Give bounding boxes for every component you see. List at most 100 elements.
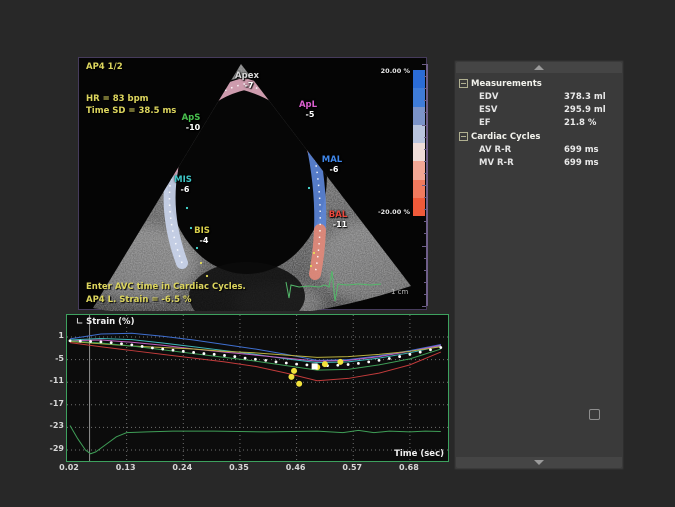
application-window: AP4 1/2 HR = 83 bpm Time SD = 38.5 ms En… [0, 0, 675, 507]
colorbar-max-label: 20.00 % [364, 67, 410, 75]
colorbar-segment-0 [413, 70, 425, 88]
peak-strain-marker [291, 368, 297, 374]
panel-marker-icon [589, 409, 600, 420]
measurement-label: AV R-R [479, 145, 511, 155]
ruler-tick [424, 161, 426, 162]
hr-readout: HR = 83 bpm [86, 94, 149, 104]
y-tick-label: -17 [36, 399, 64, 408]
segment-value-bal: -11 [333, 220, 347, 229]
measurement-label: EF [479, 118, 491, 128]
measurement-value: 378.3 ml [564, 92, 606, 102]
segment-label-apl: ApL [299, 100, 317, 110]
time-sd-readout: Time SD = 38.5 ms [86, 106, 176, 116]
peak-strain-marker [288, 374, 294, 380]
ruler-tick [422, 246, 426, 247]
section-title: Measurements [471, 79, 542, 89]
segment-value-aps: -10 [186, 123, 200, 132]
ruler-tick [422, 125, 426, 126]
x-tick-label: 0.24 [172, 463, 192, 472]
measurement-value: 699 ms [564, 158, 599, 168]
section-header-1: Cardiac Cycles [459, 131, 540, 142]
ruler-tick [424, 233, 426, 234]
x-axis-label: Time (sec) [394, 449, 444, 459]
segment-label-mis: MIS [174, 175, 192, 185]
y-tick-label: 1 [36, 331, 64, 340]
ruler-tick [424, 258, 426, 259]
ruler-tick [424, 209, 426, 210]
peak-strain-marker [337, 359, 343, 365]
ruler-tick [424, 100, 426, 101]
measurement-value: 295.9 ml [564, 105, 606, 115]
section-header-0: Measurements [459, 78, 542, 89]
segment-value-bis: -4 [200, 236, 209, 245]
depth-ruler [426, 64, 428, 306]
ruler-tick [424, 137, 426, 138]
ruler-tick [424, 294, 426, 295]
scroll-up-strip[interactable] [456, 62, 622, 73]
colorbar-segment-5 [413, 161, 425, 179]
ultrasound-panel: AP4 1/2 HR = 83 bpm Time SD = 38.5 ms En… [78, 57, 427, 310]
x-tick-label: 0.57 [342, 463, 362, 472]
current-frame-marker [312, 363, 318, 369]
y-tick-label: -29 [36, 444, 64, 453]
segment-value-apl: -5 [306, 110, 315, 119]
ruler-tick [424, 282, 426, 283]
y-tick-label: -23 [36, 421, 64, 430]
colorbar-segment-4 [413, 143, 425, 161]
avc-message: Enter AVC time in Cardiac Cycles. [86, 282, 246, 292]
ruler-tick [422, 306, 426, 307]
ruler-tick [424, 149, 426, 150]
ruler-tick [422, 185, 426, 186]
scroll-down-icon[interactable] [534, 460, 544, 465]
scroll-down-strip[interactable] [456, 457, 622, 468]
ruler-tick [422, 64, 426, 65]
segment-label-bal: BAL [329, 210, 347, 220]
segment-value-mis: -6 [181, 185, 190, 194]
ruler-tick [424, 112, 426, 113]
x-tick-label: 0.35 [229, 463, 249, 472]
peak-strain-marker [296, 381, 302, 387]
y-tick-label: -11 [36, 376, 64, 385]
measurements-panel: Measurements EDV 378.3 ml ESV 295.9 ml EF 21.8… [454, 60, 624, 470]
scroll-up-icon[interactable] [534, 65, 544, 70]
strain-result: AP4 L. Strain = -6.5 % [86, 295, 191, 305]
colorbar-segment-6 [413, 180, 425, 198]
segment-label-mal: MAL [322, 155, 342, 165]
section-title: Cardiac Cycles [471, 132, 540, 142]
strain-curve-bal [70, 343, 441, 381]
measurement-label: EDV [479, 92, 498, 102]
collapse-icon[interactable] [459, 79, 468, 88]
x-tick-label: 0.02 [59, 463, 79, 472]
chart-title: ∟Strain (%) [76, 317, 134, 327]
ruler-tick [424, 270, 426, 271]
x-tick-label: 0.13 [116, 463, 136, 472]
measurement-label: MV R-R [479, 158, 514, 168]
collapse-icon[interactable] [459, 132, 468, 141]
axis-corner-icon: ∟ [76, 317, 83, 327]
measurement-label: ESV [479, 105, 498, 115]
peak-strain-marker [322, 361, 328, 367]
ruler-tick [424, 76, 426, 77]
x-tick-label: 0.68 [399, 463, 419, 472]
ruler-tick [424, 173, 426, 174]
strain-chart-panel: ∟Strain (%) Time (sec) [66, 314, 449, 462]
ruler-tick [424, 197, 426, 198]
colorbar-segment-1 [413, 88, 425, 106]
view-label: AP4 1/2 [86, 62, 123, 72]
y-tick-label: -5 [36, 354, 64, 363]
measurement-value: 699 ms [564, 145, 599, 155]
segment-value-mal: -6 [330, 165, 339, 174]
colorbar-segment-3 [413, 125, 425, 143]
ruler-tick [424, 88, 426, 89]
segment-label-bis: BIS [194, 226, 210, 236]
colorbar-segment-2 [413, 107, 425, 125]
segment-label-apex: Apex [235, 71, 259, 81]
x-tick-label: 0.46 [286, 463, 306, 472]
colorbar-segment-7 [413, 198, 425, 216]
colorbar-min-label: -20.00 % [364, 208, 410, 216]
segment-value-apex: -7 [245, 81, 254, 90]
strain-colorbar [413, 70, 425, 216]
strain-chart [67, 315, 448, 461]
measurement-value: 21.8 % [564, 118, 596, 128]
ruler-tick [424, 221, 426, 222]
